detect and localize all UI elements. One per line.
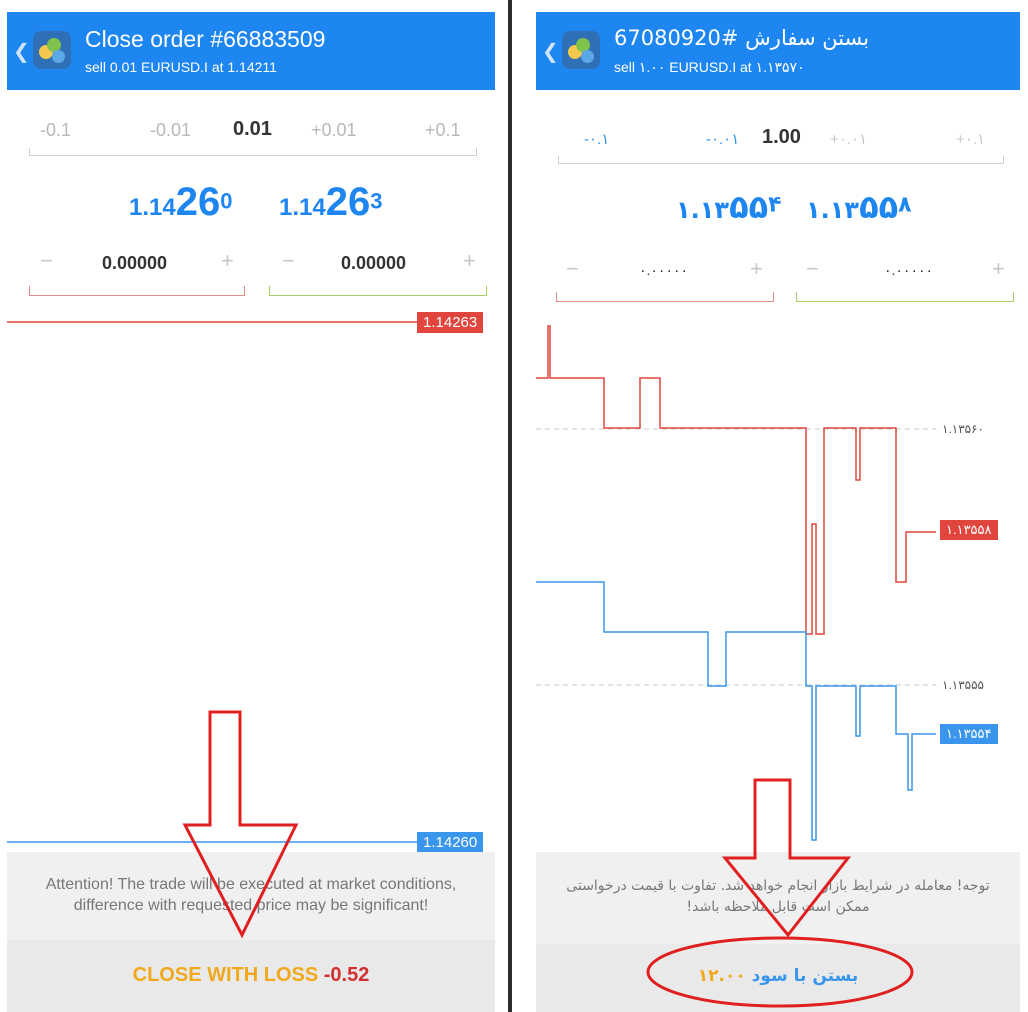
- left-down-arrow-annotation: [182, 710, 299, 939]
- close-button-circle-annotation: [646, 936, 914, 1008]
- annotation-overlay: [182, 710, 914, 1008]
- right-down-arrow-annotation: [721, 778, 852, 938]
